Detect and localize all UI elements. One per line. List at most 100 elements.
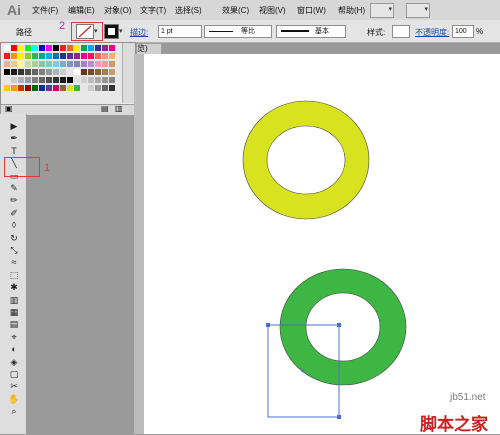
swatch-cell[interactable] — [32, 85, 38, 91]
swatch-cell[interactable] — [88, 45, 94, 51]
swatch-cell[interactable] — [88, 53, 94, 59]
swatch-cell[interactable] — [81, 77, 87, 83]
symbol-sprayer-icon[interactable]: ✱ — [8, 281, 20, 293]
swatch-cell[interactable] — [25, 61, 31, 67]
opacity-field[interactable]: 100 — [452, 25, 474, 38]
pen-tool-icon[interactable]: ✒ — [8, 132, 20, 144]
swatch-cell[interactable] — [95, 45, 101, 51]
free-transform-icon[interactable]: ⬚ — [8, 269, 20, 281]
stroke-weight-field[interactable]: 1 pt — [158, 25, 202, 38]
swatch-cell[interactable] — [67, 85, 73, 91]
swatch-cell[interactable] — [102, 53, 108, 59]
swatch-cell[interactable] — [53, 53, 59, 59]
swatch-cell[interactable] — [95, 85, 101, 91]
swatch-cell[interactable] — [39, 61, 45, 67]
variable-width-profile[interactable]: 等比 — [204, 25, 272, 38]
swatch-cell[interactable] — [4, 53, 10, 59]
new-swatch-icon[interactable]: ▤ — [101, 104, 109, 113]
eraser-tool-icon[interactable]: ◊ — [8, 219, 20, 231]
swatch-cell[interactable] — [18, 85, 24, 91]
swatch-cell[interactable] — [95, 69, 101, 75]
swatch-cell[interactable] — [53, 77, 59, 83]
slice-tool-icon[interactable]: ✂ — [8, 380, 20, 392]
swatch-cell[interactable] — [74, 77, 80, 83]
yellow-ring[interactable] — [242, 100, 370, 220]
swatch-cell[interactable] — [53, 61, 59, 67]
swatch-cell[interactable] — [74, 53, 80, 59]
stroke-swatch[interactable] — [104, 24, 119, 39]
swatch-cell[interactable] — [32, 77, 38, 83]
mesh-tool-icon[interactable]: ▦ — [8, 306, 20, 318]
swatch-cell[interactable] — [109, 53, 115, 59]
arrange-documents-button[interactable] — [406, 3, 430, 18]
swatch-cell[interactable] — [11, 45, 17, 51]
swatch-cell[interactable] — [102, 61, 108, 67]
rotate-tool-icon[interactable]: ↻ — [8, 232, 20, 244]
style-picker[interactable] — [392, 25, 410, 38]
swatch-cell[interactable] — [74, 85, 80, 91]
menu-object[interactable]: 对象(O) — [104, 5, 132, 16]
swatch-cell[interactable] — [88, 77, 94, 83]
scale-tool-icon[interactable]: ⤡ — [8, 244, 20, 256]
swatch-cell[interactable] — [18, 45, 24, 51]
swatch-cell[interactable] — [46, 53, 52, 59]
swatch-cell[interactable] — [18, 77, 24, 83]
zoom-tool-icon[interactable]: ⌕ — [8, 405, 20, 417]
bridge-button[interactable] — [370, 3, 394, 18]
swatch-cell[interactable] — [11, 53, 17, 59]
swatch-cell[interactable] — [95, 77, 101, 83]
swatch-cell[interactable] — [88, 69, 94, 75]
swatch-cell[interactable] — [32, 45, 38, 51]
swatch-cell[interactable] — [74, 69, 80, 75]
stroke-dropdown-icon[interactable]: ▾ — [119, 27, 123, 35]
swatch-cell[interactable] — [25, 85, 31, 91]
swatch-cell[interactable] — [32, 69, 38, 75]
swatch-cell[interactable] — [46, 61, 52, 67]
menu-file[interactable]: 文件(F) — [32, 5, 58, 16]
brush-definition[interactable]: 基本 — [276, 25, 346, 38]
delete-swatch-icon[interactable]: ▥ — [115, 104, 123, 113]
stroke-label[interactable]: 描边: — [130, 27, 148, 38]
swatch-cell[interactable] — [46, 85, 52, 91]
swatch-cell[interactable] — [88, 61, 94, 67]
paintbrush-tool-icon[interactable]: ✎ — [8, 182, 20, 194]
swatch-cell[interactable] — [60, 61, 66, 67]
swatch-cell[interactable] — [11, 69, 17, 75]
graph-tool-icon[interactable]: ▥ — [8, 294, 20, 306]
swatch-cell[interactable] — [95, 61, 101, 67]
swatch-cell[interactable] — [39, 69, 45, 75]
swatch-cell[interactable] — [88, 85, 94, 91]
swatch-cell[interactable] — [25, 77, 31, 83]
swatch-cell[interactable] — [81, 61, 87, 67]
hand-tool-icon[interactable]: ✋ — [8, 393, 20, 405]
swatch-cell[interactable] — [81, 45, 87, 51]
swatch-cell[interactable] — [60, 53, 66, 59]
swatch-cell[interactable] — [18, 69, 24, 75]
swatch-cell[interactable] — [102, 45, 108, 51]
swatch-cell[interactable] — [11, 61, 17, 67]
swatch-cell[interactable] — [39, 45, 45, 51]
swatch-cell[interactable] — [109, 61, 115, 67]
swatch-cell[interactable] — [81, 53, 87, 59]
swatch-cell[interactable] — [25, 45, 31, 51]
swatch-cell[interactable] — [46, 77, 52, 83]
swatch-cell[interactable] — [67, 77, 73, 83]
swatch-cell[interactable] — [11, 77, 17, 83]
swatch-cell[interactable] — [60, 69, 66, 75]
swatch-cell[interactable] — [46, 45, 52, 51]
swatch-cell[interactable] — [4, 45, 10, 51]
menu-window[interactable]: 窗口(W) — [297, 5, 326, 16]
live-paint-icon[interactable]: ◈ — [8, 356, 20, 368]
swatch-cell[interactable] — [4, 61, 10, 67]
menu-select[interactable]: 选择(S) — [175, 5, 202, 16]
swatch-cell[interactable] — [60, 77, 66, 83]
swatch-cell[interactable] — [18, 61, 24, 67]
swatch-cell[interactable] — [18, 53, 24, 59]
swatch-cell[interactable] — [109, 85, 115, 91]
swatch-cell[interactable] — [25, 69, 31, 75]
swatch-cell[interactable] — [53, 69, 59, 75]
blob-brush-icon[interactable]: ✐ — [8, 207, 20, 219]
eyedropper-tool-icon[interactable]: ⌖ — [8, 331, 20, 343]
swatch-cell[interactable] — [4, 69, 10, 75]
swatch-library-icon[interactable]: ▣ — [5, 104, 13, 113]
